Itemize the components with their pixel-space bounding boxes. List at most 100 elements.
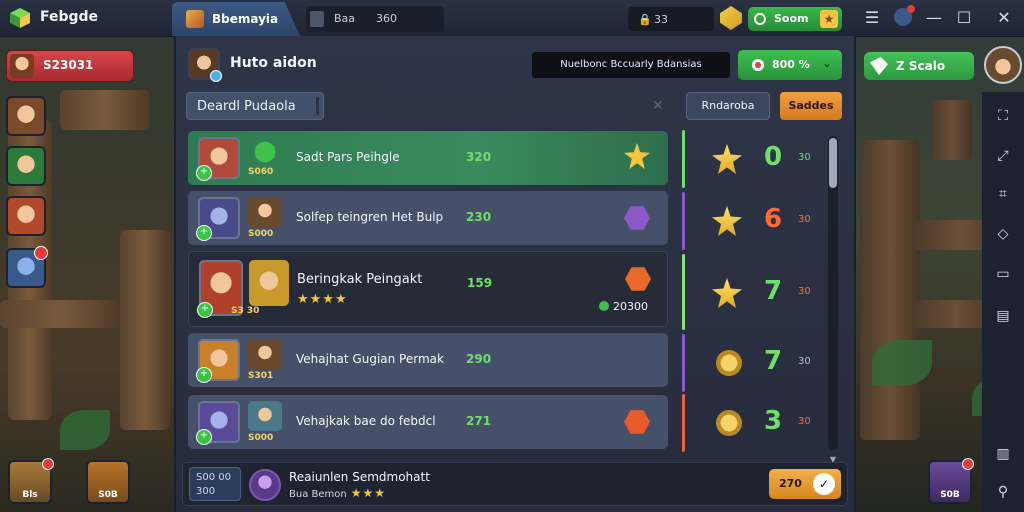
wooden-post [120, 230, 170, 430]
event-tile[interactable]: S0B [928, 458, 974, 504]
fullscreen-icon[interactable]: ⛶ [993, 106, 1013, 126]
score-sub: 30 [798, 356, 811, 367]
hero-avatar[interactable] [6, 96, 46, 136]
header-banner: Nuelbonc Bccuarly Bdansias [532, 52, 730, 78]
clear-icon[interactable]: ✕ [652, 98, 664, 114]
add-icon: + [196, 367, 212, 383]
close-icon[interactable]: ✕ [992, 6, 1016, 30]
hero-avatar[interactable] [6, 246, 48, 288]
maximize-icon[interactable]: ☐ [952, 6, 976, 30]
rank-shield-icon [624, 410, 650, 434]
tab-secondary[interactable]: Baa 360 [306, 6, 444, 32]
expand-icon[interactable]: ⤢ [993, 146, 1013, 166]
status-dot [210, 70, 222, 82]
row-accent [682, 334, 685, 392]
chest-tile[interactable]: S0B [86, 460, 130, 504]
player-avatar [10, 54, 34, 78]
device-icon [310, 11, 324, 27]
currency-display: 🔒 33 [628, 7, 714, 31]
wooden-post [860, 140, 920, 440]
list-item[interactable]: + S301 Vehajhat Gugian Permak 290 [188, 333, 668, 387]
hero-avatar[interactable] [6, 146, 46, 186]
row-value: 271 [466, 414, 492, 428]
tab-label: Bbemayia [212, 12, 279, 26]
row-value: 290 [466, 352, 492, 366]
rank-shield-icon [624, 206, 650, 230]
chevron-down-icon: ⌄ [822, 56, 833, 70]
row-accent [682, 394, 685, 452]
row-name: Solfep teingren Het Bulp [296, 210, 444, 224]
page-title: Huto aidon [230, 55, 317, 71]
coin-icon [716, 350, 742, 376]
score-value: 3 [764, 406, 783, 436]
save-button[interactable]: Saddes [780, 92, 842, 120]
minimize-icon[interactable]: — [922, 6, 946, 30]
row-value: 230 [466, 210, 492, 224]
screenshot-icon[interactable]: ⌗ [993, 184, 1013, 204]
hero-portrait-secondary [248, 137, 282, 167]
coin-icon [716, 410, 742, 436]
shop-button[interactable]: Soom ★ [748, 7, 842, 31]
score-value: 7 [764, 346, 783, 376]
gem-value: 20300 [599, 300, 648, 313]
location-icon[interactable]: ⚲ [993, 482, 1013, 502]
leaf [872, 340, 932, 386]
random-button[interactable]: Rndaroba [686, 92, 770, 120]
window-titlebar: Febgde Bbemayia Baa 360 🔒 33 Soom ★ ☰ — … [0, 0, 1024, 37]
player-currency-pill[interactable]: S23031 [6, 50, 134, 82]
inventory-tile[interactable]: Bls [8, 458, 54, 504]
header-avatar[interactable] [188, 48, 222, 82]
score-row: 7 30 [680, 334, 824, 392]
check-icon: ✓ [813, 473, 835, 495]
gem-icon[interactable] [720, 6, 742, 30]
scrollbar-thumb[interactable] [829, 138, 837, 188]
coin-icon [754, 13, 766, 25]
rank-star-icon [624, 143, 650, 169]
filter-label: Deardl Pudaola [197, 99, 296, 114]
hero-level: S301 [248, 371, 274, 381]
row-name: Beringkak Peingakt [297, 272, 423, 287]
star-icon [712, 206, 742, 236]
tab-active[interactable]: Bbemayia [172, 2, 300, 36]
score-sub: 30 [798, 286, 811, 297]
score-sub: 30 [798, 214, 811, 225]
currency-value: 33 [654, 13, 668, 26]
app-title: Febgde [40, 9, 99, 25]
header-currency-dropdown[interactable]: 800 % ⌄ [738, 50, 842, 80]
hero-portrait-secondary [248, 197, 282, 227]
rotate-icon[interactable]: ◇ [993, 224, 1013, 244]
shop-label: Soom [774, 12, 809, 25]
confirm-button[interactable]: 270 ✓ [769, 469, 841, 499]
hero-avatar[interactable] [6, 196, 46, 236]
reward-title: Reaiunlen Semdmohatt [289, 470, 430, 484]
right-currency-label: Z Scalo [896, 59, 946, 73]
list-item[interactable]: + S000 Vehajkak bae do febdcl 271 [188, 395, 668, 449]
media-icon[interactable]: ▥ [993, 444, 1013, 464]
scrollbar[interactable] [828, 136, 838, 450]
clipboard-icon[interactable]: ▤ [993, 306, 1013, 326]
hero-level: S000 [248, 433, 274, 443]
list-item[interactable]: + S000 Solfep teingren Het Bulp 230 [188, 191, 668, 245]
gem-icon [870, 57, 888, 75]
star-icon: ★ [820, 10, 838, 28]
reward-avatar [249, 469, 281, 501]
tile-label: Bls [22, 490, 38, 500]
wooden-beam [60, 90, 150, 130]
row-name: Sadt Pars Peihgle [296, 150, 400, 164]
menu-icon[interactable]: ☰ [860, 6, 884, 30]
tile-label: S0B [98, 490, 118, 500]
notification-badge [34, 246, 48, 260]
keyboard-icon[interactable]: ▭ [993, 264, 1013, 284]
list-item[interactable]: + S060 Sadt Pars Peihgle 320 [188, 131, 668, 185]
list-item[interactable]: + S3 30 Beringkak Peingakt ★★★★ 159 2030… [188, 251, 668, 327]
game-tab-icon [186, 10, 204, 28]
notification-icon[interactable] [894, 5, 915, 26]
filter-dropdown[interactable]: Deardl Pudaola [186, 92, 324, 120]
rank-shield-icon [625, 267, 651, 291]
right-currency-button[interactable]: Z Scalo [864, 52, 974, 80]
bottom-summary-bar: S00 00 300 Reaiunlen Semdmohatt Bua Bemo… [182, 462, 848, 506]
row-accent [682, 254, 685, 330]
add-icon: + [196, 165, 212, 181]
profile-avatar[interactable] [984, 46, 1022, 84]
gem-value-text: 20300 [613, 300, 648, 313]
